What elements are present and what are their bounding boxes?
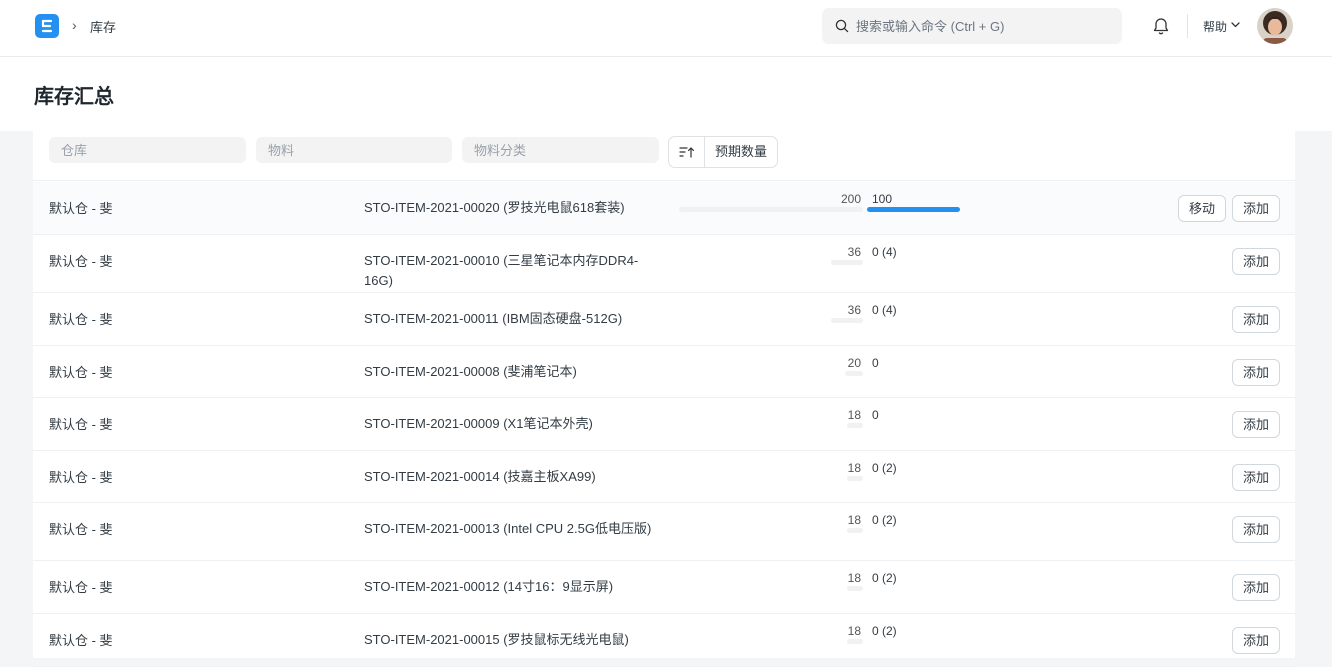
projected-qty: 0 (2)	[872, 571, 897, 585]
sort-order-button[interactable]	[669, 137, 705, 167]
item-cell[interactable]: STO-ITEM-2021-00014 (技嘉主板XA99)	[364, 467, 664, 487]
item-filter[interactable]	[256, 137, 452, 163]
notification-bell-icon[interactable]	[1152, 16, 1170, 36]
projected-qty: 0 (2)	[872, 513, 897, 527]
add-button[interactable]: 添加	[1232, 195, 1281, 222]
item-cell[interactable]: STO-ITEM-2021-00020 (罗技光电鼠618套装)	[364, 198, 664, 218]
item-cell[interactable]: STO-ITEM-2021-00009 (X1笔记本外壳)	[364, 414, 664, 434]
stock-summary-card: 预期数量 默认仓 - 斐 STO-ITEM-2021-00020 (罗技光电鼠61…	[33, 131, 1295, 667]
warehouse-filter[interactable]	[49, 137, 246, 163]
item-cell[interactable]: STO-ITEM-2021-00010 (三星笔记本内存DDR4-16G)	[364, 251, 664, 291]
stock-row: 默认仓 - 斐 STO-ITEM-2021-00020 (罗技光电鼠618套装) 2…	[33, 182, 1295, 235]
actual-qty: 36	[847, 245, 861, 259]
warehouse-cell[interactable]: 默认仓 - 斐	[49, 467, 113, 486]
add-button[interactable]: 添加	[1232, 464, 1281, 491]
warehouse-cell[interactable]: 默认仓 - 斐	[49, 414, 113, 433]
projected-qty: 100	[872, 192, 893, 206]
add-button[interactable]: 添加	[1232, 574, 1281, 601]
actual-qty-bar	[831, 260, 863, 265]
actual-qty-bar	[679, 207, 863, 212]
item-group-filter[interactable]	[462, 137, 659, 163]
warehouse-cell[interactable]: 默认仓 - 斐	[49, 519, 113, 538]
search-input[interactable]	[856, 8, 1112, 44]
chevron-right-icon: ›	[72, 17, 77, 33]
warehouse-cell[interactable]: 默认仓 - 斐	[49, 198, 113, 217]
help-menu[interactable]: 帮助	[1203, 18, 1227, 35]
actual-qty: 36	[847, 303, 861, 317]
actual-qty: 18	[847, 624, 861, 638]
projected-qty: 0 (4)	[872, 245, 897, 259]
item-cell[interactable]: STO-ITEM-2021-00008 (斐浦笔记本)	[364, 362, 664, 382]
navbar-divider	[1187, 14, 1188, 38]
actual-qty-bar	[845, 371, 863, 376]
actual-qty: 18	[847, 408, 861, 422]
page-title: 库存汇总	[34, 86, 114, 108]
app-logo[interactable]	[35, 14, 59, 38]
breadcrumb-stock[interactable]: 库存	[90, 17, 116, 36]
sort-ascending-icon	[679, 147, 695, 158]
move-button[interactable]: 移动	[1178, 195, 1227, 222]
projected-qty: 0 (4)	[872, 303, 897, 317]
projected-qty: 0 (2)	[872, 624, 897, 638]
actual-qty: 200	[840, 192, 861, 206]
actual-qty: 18	[847, 513, 861, 527]
item-cell[interactable]: STO-ITEM-2021-00013 (Intel CPU 2.5G低电压版)	[364, 519, 664, 539]
add-button[interactable]: 添加	[1232, 248, 1281, 275]
logo-icon	[41, 19, 53, 33]
add-button[interactable]: 添加	[1232, 359, 1281, 386]
actual-qty-bar	[847, 476, 863, 481]
stock-row: 默认仓 - 斐 STO-ITEM-2021-00009 (X1笔记本外壳) 18 0 添…	[33, 398, 1295, 451]
search-bar[interactable]	[822, 8, 1122, 44]
item-cell[interactable]: STO-ITEM-2021-00011 (IBM固态硬盘-512G)	[364, 309, 664, 329]
add-button[interactable]: 添加	[1232, 627, 1281, 654]
actual-qty: 18	[847, 571, 861, 585]
filter-bar: 预期数量	[33, 131, 1295, 181]
search-icon	[835, 19, 849, 33]
actual-qty-bar	[847, 528, 863, 533]
chevron-down-icon[interactable]	[1231, 22, 1240, 28]
stock-row: 默认仓 - 斐 STO-ITEM-2021-00012 (14寸16：9显示屏) 1…	[33, 561, 1295, 614]
add-button[interactable]: 添加	[1232, 411, 1281, 438]
page-header: 库存汇总	[0, 57, 1332, 131]
actual-qty-bar	[847, 639, 863, 644]
projected-qty: 0	[872, 356, 879, 370]
user-avatar[interactable]	[1257, 8, 1293, 44]
stock-row: 默认仓 - 斐 STO-ITEM-2021-00011 (IBM固态硬盘-512G…	[33, 293, 1295, 346]
actual-qty: 20	[847, 356, 861, 370]
stock-rows: 默认仓 - 斐 STO-ITEM-2021-00020 (罗技光电鼠618套装) 2…	[33, 182, 1295, 667]
actual-qty-bar	[831, 318, 863, 323]
stock-row: 默认仓 - 斐 STO-ITEM-2021-00015 (罗技鼠标无线光电鼠) 18…	[33, 614, 1295, 667]
add-button[interactable]: 添加	[1232, 516, 1281, 543]
sort-selector: 预期数量	[668, 136, 779, 168]
warehouse-cell[interactable]: 默认仓 - 斐	[49, 630, 113, 649]
stock-row: 默认仓 - 斐 STO-ITEM-2021-00013 (Intel CPU 2.…	[33, 503, 1295, 561]
stock-row: 默认仓 - 斐 STO-ITEM-2021-00014 (技嘉主板XA99) 18 0…	[33, 451, 1295, 503]
projected-qty-bar	[867, 207, 960, 212]
actual-qty-bar	[847, 423, 863, 428]
avatar-image	[1257, 8, 1293, 44]
item-cell[interactable]: STO-ITEM-2021-00012 (14寸16：9显示屏)	[364, 577, 664, 597]
actual-qty: 18	[847, 461, 861, 475]
warehouse-cell[interactable]: 默认仓 - 斐	[49, 577, 113, 596]
projected-qty: 0	[872, 408, 879, 422]
warehouse-cell[interactable]: 默认仓 - 斐	[49, 251, 113, 270]
item-cell[interactable]: STO-ITEM-2021-00015 (罗技鼠标无线光电鼠)	[364, 630, 664, 650]
actual-qty-bar	[847, 586, 863, 591]
warehouse-cell[interactable]: 默认仓 - 斐	[49, 362, 113, 381]
warehouse-cell[interactable]: 默认仓 - 斐	[49, 309, 113, 328]
sort-by-button[interactable]: 预期数量	[705, 137, 777, 167]
projected-qty: 0 (2)	[872, 461, 897, 475]
navbar: › 库存 帮助	[0, 0, 1332, 57]
add-button[interactable]: 添加	[1232, 306, 1281, 333]
stock-row: 默认仓 - 斐 STO-ITEM-2021-00010 (三星笔记本内存DDR4-…	[33, 235, 1295, 293]
stock-row: 默认仓 - 斐 STO-ITEM-2021-00008 (斐浦笔记本) 20 0 添加	[33, 346, 1295, 398]
